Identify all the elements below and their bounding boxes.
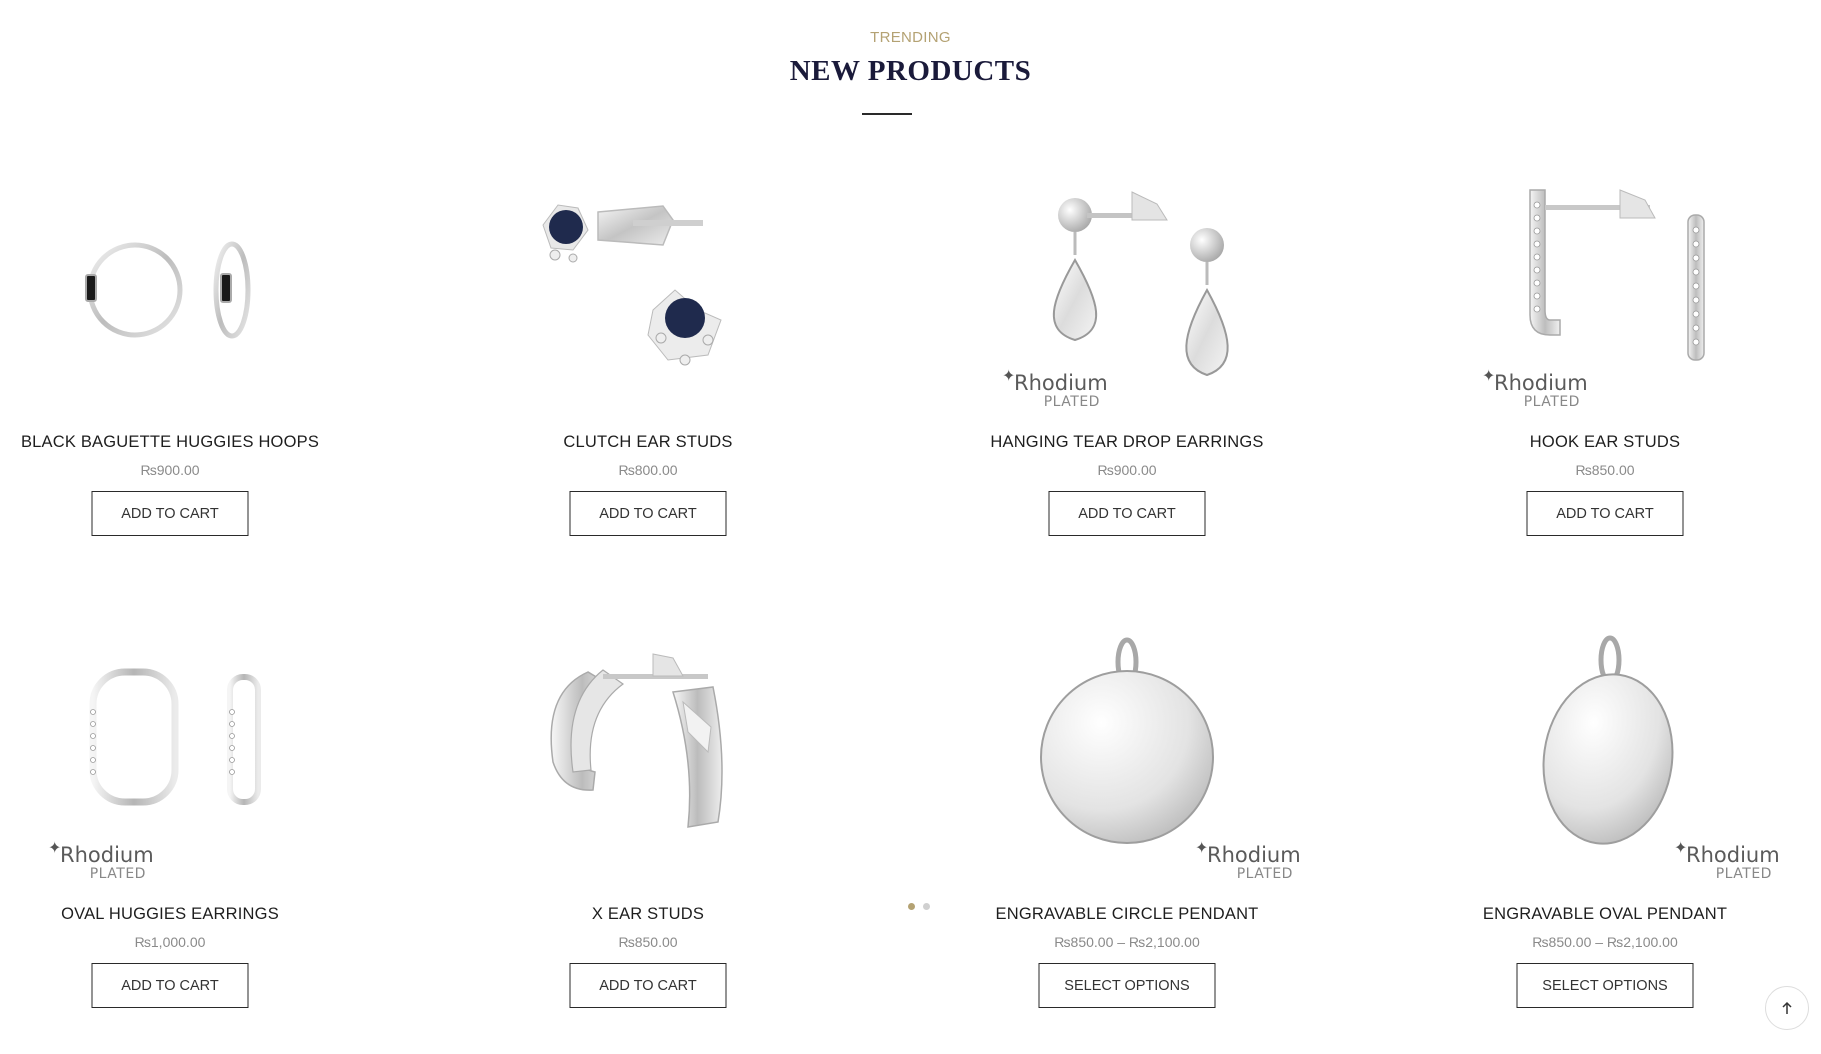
product-image[interactable] [503,160,793,440]
rhodium-plated-badge: ✦ Rhodium PLATED [1195,838,1301,882]
product-name[interactable]: ENGRAVABLE CIRCLE PENDANT [917,905,1337,924]
carousel-dot[interactable] [923,903,931,910]
add-to-cart-button[interactable]: ADD TO CART [1048,491,1206,536]
sparkle-icon: ✦ [48,838,62,857]
product-price: ₨850.00 – ₨2,100.00 [1054,934,1200,950]
add-to-cart-button[interactable]: ADD TO CART [569,491,727,536]
title-divider [862,113,912,115]
section-eyebrow: TRENDING [870,29,951,46]
product-price: ₨900.00 [1097,462,1157,478]
product-image[interactable]: ✦ Rhodium PLATED [25,632,315,912]
select-options-button[interactable]: SELECT OPTIONS [1038,963,1216,1008]
add-to-cart-button[interactable]: ADD TO CART [1526,491,1684,536]
product-name[interactable]: HANGING TEAR DROP EARRINGS [917,433,1337,452]
sparkle-icon: ✦ [1002,366,1016,385]
product-card: ✦ Rhodium PLATED OVAL HUGGIES EARRINGS ₨… [0,632,380,1008]
rhodium-plated-badge: ✦ Rhodium PLATED [1674,838,1780,882]
product-price: ₨850.00 [618,934,678,950]
product-card: ✦ Rhodium PLATED HOOK EAR STUDS ₨850.00 … [1395,160,1815,536]
x-studs-image [550,653,723,828]
add-to-cart-button[interactable]: ADD TO CART [569,963,727,1008]
product-image[interactable]: ✦ Rhodium PLATED [982,160,1272,440]
product-card: CLUTCH EAR STUDS ₨800.00 ADD TO CART [438,160,858,536]
product-name[interactable]: OVAL HUGGIES EARRINGS [0,905,380,924]
product-price: ₨850.00 – ₨2,100.00 [1532,934,1678,950]
product-card: ✦ Rhodium PLATED ENGRAVABLE OVAL PENDANT… [1395,632,1815,1008]
scroll-to-top-button[interactable] [1765,986,1809,1030]
product-price: ₨1,000.00 [134,934,206,950]
product-image[interactable]: ✦ Rhodium PLATED [1460,632,1780,912]
product-name[interactable]: HOOK EAR STUDS [1395,433,1815,452]
carousel-dot-active[interactable] [908,903,915,910]
sparkle-icon: ✦ [1195,838,1209,857]
add-to-cart-button[interactable]: ADD TO CART [91,963,249,1008]
rhodium-plated-badge: ✦ Rhodium PLATED [1482,366,1588,410]
product-price: ₨850.00 [1575,462,1635,478]
product-price: ₨900.00 [140,462,200,478]
product-name[interactable]: BLACK BAGUETTE HUGGIES HOOPS [0,433,380,452]
product-image[interactable]: ✦ Rhodium PLATED [982,632,1301,912]
product-image[interactable]: ✦ Rhodium PLATED [1460,160,1750,440]
product-card: ✦ Rhodium PLATED ENGRAVABLE CIRCLE PENDA… [917,632,1337,1008]
add-to-cart-button[interactable]: ADD TO CART [91,491,249,536]
product-card: X EAR STUDS ₨850.00 ADD TO CART [438,632,858,1008]
select-options-button[interactable]: SELECT OPTIONS [1516,963,1694,1008]
product-card: ✦ Rhodium PLATED HANGING TEAR DROP EARRI… [917,160,1337,536]
huggie-hoops-image [85,241,251,339]
product-name[interactable]: ENGRAVABLE OVAL PENDANT [1395,905,1815,924]
rhodium-plated-badge: ✦ Rhodium PLATED [48,838,154,882]
product-image[interactable] [25,160,315,440]
product-name[interactable]: X EAR STUDS [438,905,858,924]
product-image[interactable] [503,632,793,912]
sparkle-icon: ✦ [1482,366,1496,385]
sparkle-icon: ✦ [1674,838,1688,857]
section-title: NEW PRODUCTS [789,55,1032,87]
arrow-up-icon [1782,1001,1792,1014]
product-card: BLACK BAGUETTE HUGGIES HOOPS ₨900.00 ADD… [0,160,380,536]
product-name[interactable]: CLUTCH EAR STUDS [438,433,858,452]
clutch-studs-image [542,204,722,366]
product-price: ₨800.00 [618,462,678,478]
carousel-dots [908,897,934,915]
rhodium-plated-badge: ✦ Rhodium PLATED [1002,366,1108,410]
